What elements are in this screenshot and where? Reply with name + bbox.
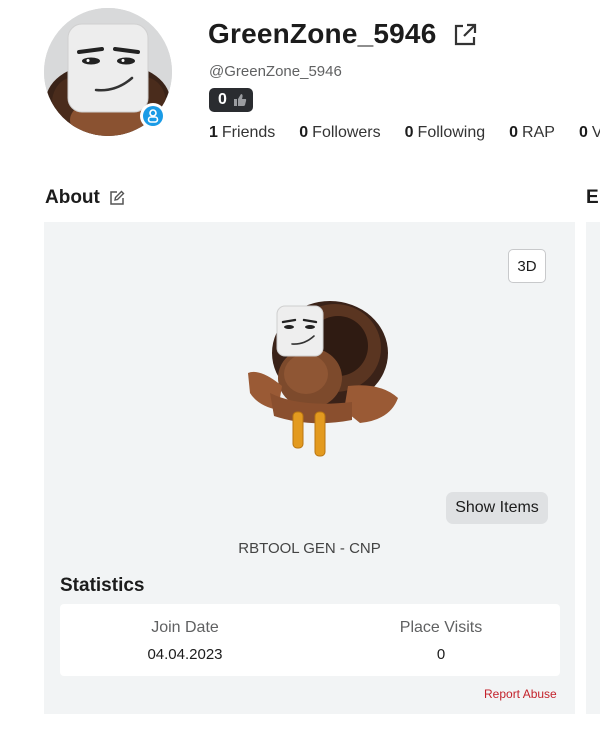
value-stat[interactable]: 0V <box>579 124 600 142</box>
place-visits-column: Place Visits 0 <box>316 604 566 663</box>
external-link-icon[interactable] <box>452 22 478 48</box>
thumbs-up-icon <box>233 93 247 107</box>
statistics-card: Join Date 04.04.2023 Place Visits 0 <box>60 604 560 676</box>
join-date-label: Join Date <box>151 619 219 636</box>
place-visits-value: 0 <box>436 646 446 663</box>
toggle-3d-button[interactable]: 3D <box>508 249 546 283</box>
about-heading: About <box>45 187 100 208</box>
rap-stat[interactable]: 0 RAP <box>509 124 555 142</box>
like-badge[interactable]: 0 <box>209 88 253 112</box>
profile-username: GreenZone_5946 <box>208 18 437 49</box>
profile-stats-row: 1 Friends 0 Followers 0 Following 0 RAP 0 V <box>209 124 600 142</box>
presence-indicator <box>140 103 166 129</box>
edit-icon[interactable] <box>109 190 125 206</box>
report-abuse-link[interactable]: Report Abuse <box>484 687 557 701</box>
online-status-icon <box>143 106 163 126</box>
right-section-heading: E <box>586 187 599 208</box>
outfit-name: RBTOOL GEN - CNP <box>238 540 381 557</box>
place-visits-label: Place Visits <box>399 619 483 636</box>
profile-handle: @GreenZone_5946 <box>209 63 342 80</box>
show-items-button[interactable]: Show Items <box>446 492 548 524</box>
badge-count: 0 <box>218 91 227 108</box>
statistics-heading: Statistics <box>60 575 145 596</box>
friends-stat[interactable]: 1 Friends <box>209 124 275 142</box>
avatar-3d-render[interactable] <box>240 298 400 463</box>
followers-stat[interactable]: 0 Followers <box>299 124 380 142</box>
following-stat[interactable]: 0 Following <box>405 124 486 142</box>
join-date-column: Join Date 04.04.2023 <box>60 604 310 663</box>
right-section-panel <box>586 222 600 714</box>
join-date-value: 04.04.2023 <box>147 646 223 663</box>
